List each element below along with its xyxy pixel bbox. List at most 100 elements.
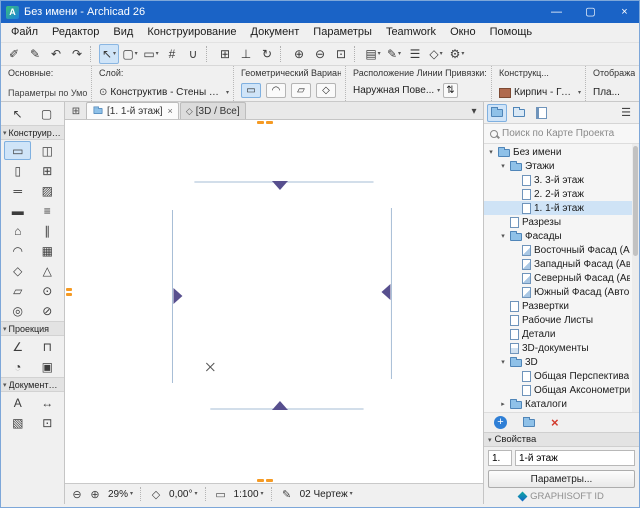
tab-floor-plan[interactable]: [1. 1-й этаж] × <box>86 102 179 119</box>
tree-item[interactable]: Детали <box>484 327 639 341</box>
tree-item[interactable]: ▾Этажи <box>484 159 639 173</box>
scrollbar-thumb[interactable] <box>633 146 638 256</box>
grid-snap-button[interactable]: # <box>162 44 182 64</box>
display-dropdown[interactable]: Пла... <box>593 87 620 98</box>
zoom-out-button[interactable]: ⊖ <box>310 44 330 64</box>
morph-tool[interactable]: ◇ <box>4 261 31 280</box>
menu-item[interactable]: Документ <box>244 23 307 42</box>
tree-item[interactable]: Западный Фасад (Автоматический) <box>484 257 639 271</box>
menu-item[interactable]: Редактор <box>45 23 106 42</box>
navigator-menu-button[interactable]: ☰ <box>616 104 636 122</box>
mesh-tool[interactable]: △ <box>34 261 61 280</box>
railing-tool[interactable]: ∥ <box>34 221 61 240</box>
tree-item[interactable]: 3. 3-й этаж <box>484 173 639 187</box>
project-map-button[interactable] <box>487 104 507 122</box>
scale-dropdown[interactable]: 1:100 ▾ <box>231 486 267 502</box>
tab-close-icon[interactable]: × <box>168 106 173 116</box>
opening-tool[interactable]: ⊘ <box>34 301 61 320</box>
chevron-down-icon[interactable]: ▾ <box>487 148 495 156</box>
lamp-tool[interactable]: ◎ <box>4 301 31 320</box>
tree-item[interactable]: Общая Перспектива <box>484 369 639 383</box>
project-map-search[interactable]: Поиск по Карте Проекта <box>484 124 639 144</box>
tree-item[interactable]: 1. 1-й этаж <box>484 201 639 215</box>
tree-item[interactable]: Развертки <box>484 299 639 313</box>
default-settings-label[interactable]: Параметры по Умолчанию <box>8 88 87 98</box>
section-tool[interactable]: ∠ <box>4 337 31 356</box>
beam-tool[interactable]: ═ <box>4 181 31 200</box>
chevron-down-icon[interactable]: ▾ <box>499 232 507 240</box>
hidden-palette-handle[interactable] <box>257 121 273 124</box>
menu-item[interactable]: Teamwork <box>379 23 443 42</box>
zone-tool[interactable]: ▱ <box>4 281 31 300</box>
rotate-button[interactable]: ↻ <box>257 44 277 64</box>
tree-scrollbar[interactable] <box>632 144 639 412</box>
geometry-polygon-button[interactable]: ◇ <box>316 83 336 98</box>
toolbox-section-header[interactable]: ▾Конструирование <box>1 125 64 140</box>
layers-button[interactable]: ▤▾ <box>363 44 383 64</box>
close-button[interactable]: × <box>610 1 639 23</box>
interior-elevation-tool[interactable]: ◔ <box>4 357 31 376</box>
rotation-dropdown[interactable]: 0,00° ▾ <box>166 486 200 502</box>
pen-set-dropdown[interactable]: 02 Чертеж ▾ <box>297 486 356 502</box>
redo-button[interactable]: ↷ <box>67 44 87 64</box>
3d-view-button[interactable]: ◇▾ <box>426 44 446 64</box>
geometry-curved-button[interactable]: ◠ <box>266 83 286 98</box>
gravity-button[interactable]: ⊥ <box>236 44 256 64</box>
tree-item[interactable]: Общая Аксонометрия <box>484 383 639 397</box>
new-folder-button[interactable] <box>523 419 535 427</box>
tree-item[interactable]: ▸Каталоги <box>484 397 639 411</box>
orientation-icon[interactable]: ◇ <box>148 486 164 502</box>
tab-list-button[interactable]: ▾ <box>465 103 483 119</box>
skylight-tool[interactable]: ▨ <box>34 181 61 200</box>
layout-book-button[interactable] <box>531 104 551 122</box>
graphisoft-id[interactable]: GRAPHISOFT ID <box>484 489 639 504</box>
tree-item[interactable]: ▾Без имени <box>484 145 639 159</box>
marquee-button[interactable]: ▢▾ <box>120 44 140 64</box>
chevron-right-icon[interactable]: ▸ <box>499 400 507 408</box>
inject-parameters-button[interactable]: ✎ <box>25 44 45 64</box>
maximize-button[interactable]: ▢ <box>576 1 605 23</box>
floor-plan-canvas[interactable] <box>65 120 483 483</box>
minimize-button[interactable]: — <box>542 1 571 23</box>
pickup-parameters-button[interactable]: ✐ <box>4 44 24 64</box>
dimension-tool[interactable]: ↔ <box>34 393 61 412</box>
tree-item[interactable]: ▾Фасады <box>484 229 639 243</box>
hidden-palette-handle[interactable] <box>66 288 72 298</box>
tree-item[interactable]: Разрезы <box>484 215 639 229</box>
story-number-field[interactable]: 1. <box>488 450 512 466</box>
toolbox-section-header[interactable]: ▾Проекция <box>1 321 64 336</box>
wall-button[interactable]: ▭▾ <box>141 44 161 64</box>
refline-dropdown[interactable]: Наружная Пове... <box>353 85 434 96</box>
slab-tool[interactable]: ▬ <box>4 201 31 220</box>
window-tool[interactable]: ⊞ <box>34 161 61 180</box>
tree-item[interactable]: 2. 2-й этаж <box>484 187 639 201</box>
curtain-wall-tool[interactable]: ▦ <box>34 241 61 260</box>
properties-header[interactable]: ▾ Свойства <box>484 432 639 447</box>
tab-3d[interactable]: ◇ [3D / Все] <box>180 102 246 119</box>
menu-item[interactable]: Окно <box>443 23 483 42</box>
add-viewpoint-button[interactable]: + <box>494 416 507 429</box>
toolbox-section-header[interactable]: ▾Документирование <box>1 377 64 392</box>
snap-magnet-button[interactable]: ∪ <box>183 44 203 64</box>
fit-view-button[interactable]: ⊡ <box>331 44 351 64</box>
elevation-tool[interactable]: ⊓ <box>34 337 61 356</box>
roof-tool[interactable]: ⌂ <box>4 221 31 240</box>
tree-item[interactable]: Рабочие Листы <box>484 313 639 327</box>
marquee-select-tool[interactable]: ▢ <box>33 104 60 123</box>
zoom-out-button[interactable]: ⊖ <box>69 486 85 502</box>
menu-item[interactable]: Файл <box>4 23 45 42</box>
tree-item[interactable]: 3D-документы <box>484 341 639 355</box>
menu-item[interactable]: Конструирование <box>140 23 243 42</box>
menu-item[interactable]: Параметры <box>306 23 379 42</box>
layer-dropdown[interactable]: ⊙ Конструктив - Стены Не... ▾ <box>99 87 229 98</box>
tree-item[interactable]: Восточный Фасад (Автоматический) <box>484 243 639 257</box>
zoom-in-button[interactable]: ⊕ <box>289 44 309 64</box>
delete-button[interactable]: × <box>551 415 559 430</box>
arrow-select-tool[interactable]: ↖ <box>4 104 31 123</box>
popup-navigator-button[interactable]: ⊞ <box>67 103 85 119</box>
hidden-palette-handle[interactable] <box>257 479 273 482</box>
fill-tool[interactable]: ▧ <box>4 413 31 432</box>
tree-item[interactable]: Северный Фасад (Автоматический) <box>484 271 639 285</box>
zoom-level-dropdown[interactable]: 29% ▾ <box>105 486 136 502</box>
chevron-down-icon[interactable]: ▾ <box>499 162 507 170</box>
